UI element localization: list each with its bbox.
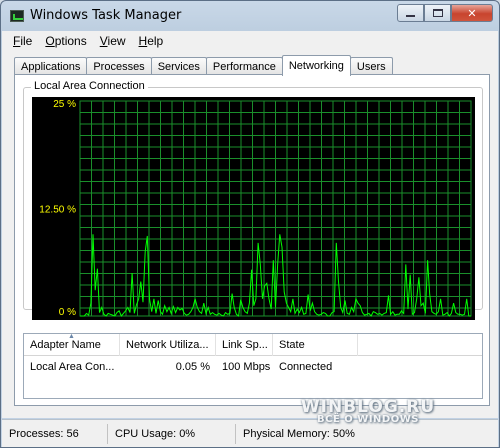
close-button[interactable]: ✕ — [451, 4, 493, 22]
column-filler — [358, 334, 482, 356]
status-bar: Processes: 56 CPU Usage: 0% Physical Mem… — [2, 419, 498, 447]
caption-buttons: ✕ — [397, 4, 493, 22]
title-bar[interactable]: Windows Task Manager ✕ — [1, 1, 499, 31]
menu-view[interactable]: View — [95, 34, 131, 48]
sort-up-icon: ▲ — [68, 334, 75, 340]
column-adapter-name[interactable]: ▲ Adapter Name — [24, 334, 120, 356]
task-manager-window: Windows Task Manager ✕ File Options View… — [0, 0, 500, 448]
column-state[interactable]: State — [273, 334, 358, 356]
y-axis-label: 12.50 % — [39, 205, 76, 216]
client-area: Applications Processes Services Performa… — [2, 51, 498, 418]
tab-networking[interactable]: Networking — [281, 55, 351, 76]
status-cpu-usage: CPU Usage: 0% — [108, 423, 236, 444]
status-processes: Processes: 56 — [2, 423, 108, 444]
network-graph-svg: 25 % 12.50 % 0 % — [39, 99, 472, 318]
adapter-list: ▲ Adapter Name Network Utiliza... Link S… — [23, 333, 483, 399]
table-row[interactable]: Local Area Con... 0.05 % 100 Mbps Connec… — [24, 358, 482, 376]
cell-adapter-name: Local Area Con... — [30, 361, 115, 373]
maximize-icon — [432, 9, 443, 17]
networking-panel: Local Area Connection 25 % 12.50 % 0 % ▲ A… — [14, 74, 490, 406]
close-icon: ✕ — [467, 6, 477, 20]
tab-performance[interactable]: Performance — [205, 57, 283, 75]
task-manager-icon — [10, 10, 24, 22]
minimize-icon — [406, 15, 415, 17]
cell-utilization: 0.05 % — [175, 361, 210, 373]
cell-link-speed: 100 Mbps — [222, 361, 271, 373]
tab-strip: Applications Processes Services Performa… — [14, 55, 393, 76]
menu-help[interactable]: Help — [134, 34, 169, 48]
tab-users[interactable]: Users — [349, 57, 393, 75]
minimize-button[interactable] — [397, 4, 424, 22]
menu-options[interactable]: Options — [40, 34, 91, 48]
column-link-speed[interactable]: Link Sp... — [216, 334, 273, 356]
y-axis-label: 0 % — [59, 307, 76, 318]
window-title: Windows Task Manager — [30, 8, 182, 23]
y-axis-label: 25 % — [53, 99, 76, 110]
cell-state: Connected — [279, 361, 333, 373]
group-label: Local Area Connection — [31, 80, 148, 92]
status-physical-memory: Physical Memory: 50% — [243, 427, 355, 440]
tab-processes[interactable]: Processes — [86, 57, 152, 75]
menu-bar: File Options View Help — [2, 31, 498, 51]
maximize-button[interactable] — [424, 4, 451, 22]
graph-group: Local Area Connection 25 % 12.50 % 0 % — [23, 80, 483, 320]
menu-file[interactable]: File — [8, 34, 37, 48]
network-graph: 25 % 12.50 % 0 % — [32, 97, 475, 320]
tab-applications[interactable]: Applications — [14, 57, 88, 75]
column-network-utilization[interactable]: Network Utiliza... — [120, 334, 216, 356]
tab-services[interactable]: Services — [150, 57, 207, 75]
list-header: ▲ Adapter Name Network Utiliza... Link S… — [24, 334, 482, 356]
